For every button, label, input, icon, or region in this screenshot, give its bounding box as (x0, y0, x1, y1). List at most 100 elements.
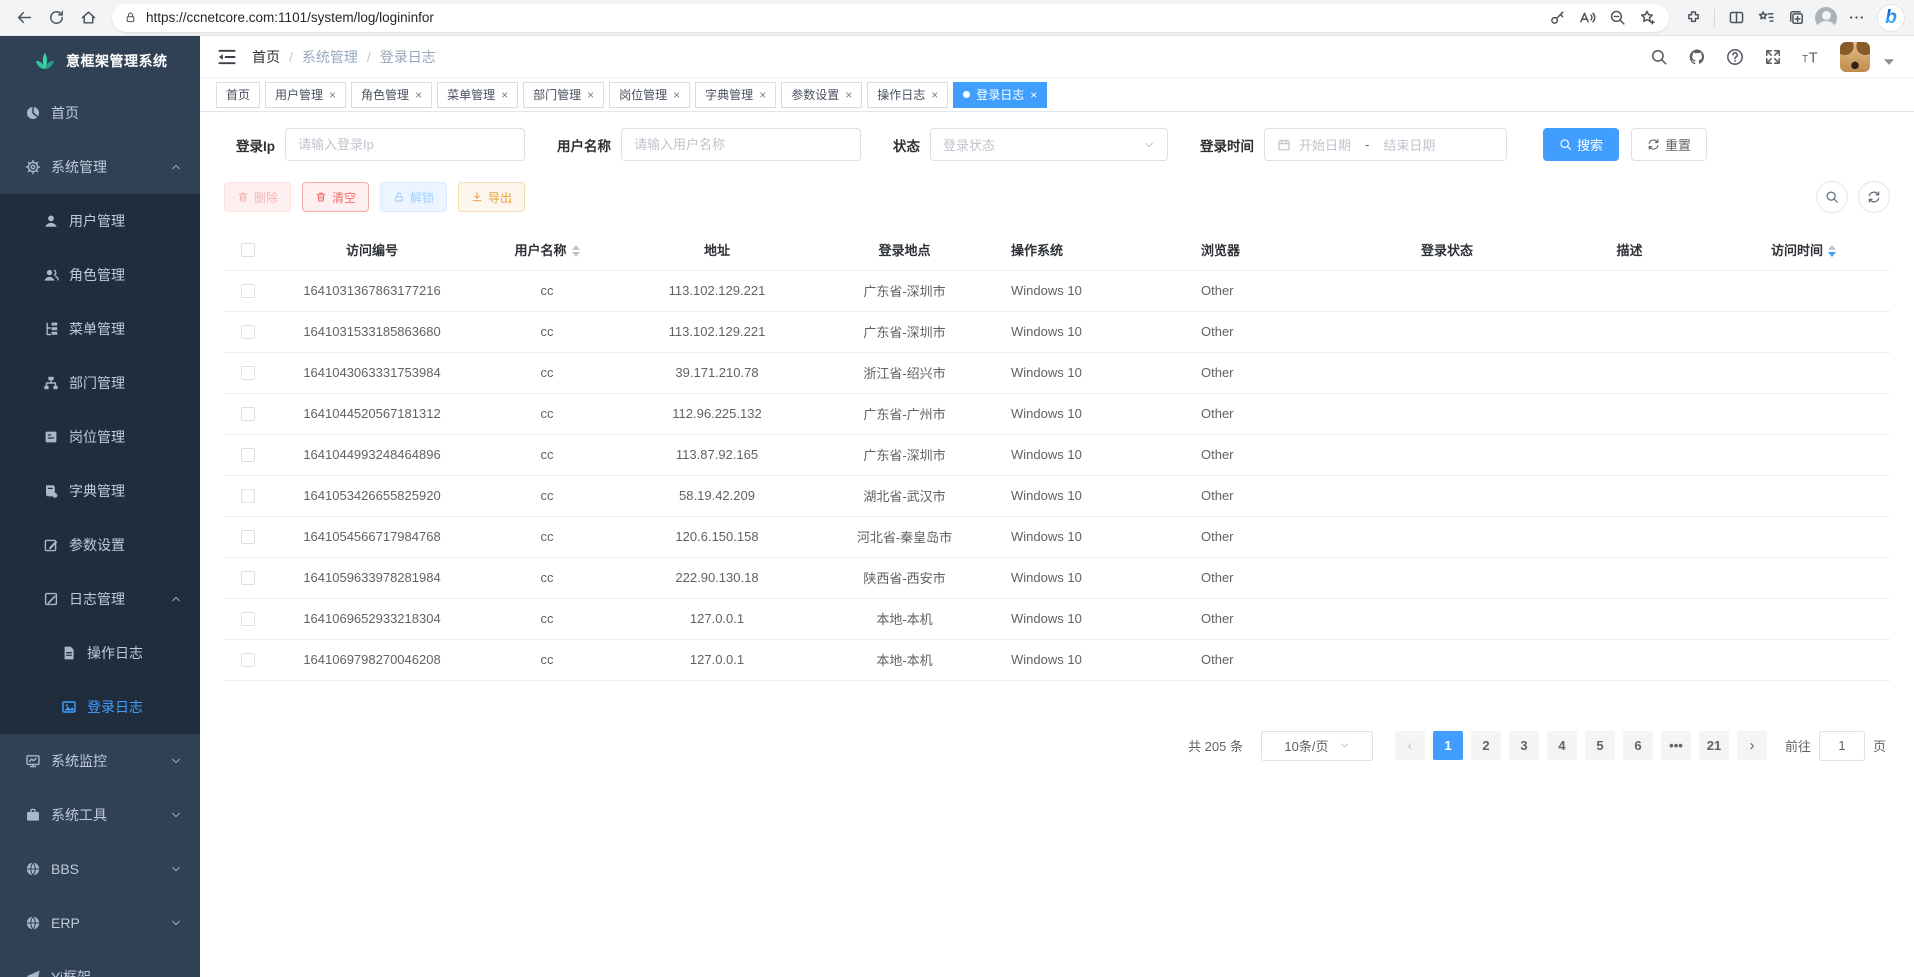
tab-角色管理[interactable]: 角色管理× (351, 82, 432, 108)
tab-close-icon[interactable]: × (1030, 88, 1037, 102)
page-button-5[interactable]: 5 (1585, 731, 1615, 760)
browser-home-button[interactable] (74, 4, 102, 32)
collections-button[interactable] (1782, 4, 1810, 32)
page-button-21[interactable]: 21 (1699, 731, 1729, 760)
breadcrumb-item[interactable]: 首页 (252, 47, 280, 67)
prev-page-button[interactable]: ‹ (1395, 731, 1425, 760)
tab-操作日志[interactable]: 操作日志× (867, 82, 948, 108)
username-input[interactable] (634, 137, 848, 152)
row-checkbox[interactable] (241, 612, 255, 626)
search-button[interactable]: 搜索 (1543, 128, 1619, 161)
row-checkbox[interactable] (241, 653, 255, 667)
reset-button[interactable]: 重置 (1631, 128, 1707, 161)
next-page-button[interactable]: › (1737, 731, 1767, 760)
page-button-2[interactable]: 2 (1471, 731, 1501, 760)
github-icon[interactable] (1688, 48, 1706, 66)
sidebar-item-角色管理[interactable]: 角色管理 (0, 248, 200, 302)
delete-button[interactable]: 删除 (224, 182, 291, 212)
extensions-button[interactable] (1679, 4, 1707, 32)
sort-caret[interactable] (1828, 245, 1836, 257)
header-search-icon[interactable] (1650, 48, 1668, 66)
row-checkbox[interactable] (241, 530, 255, 544)
sidebar-item-参数设置[interactable]: 参数设置 (0, 518, 200, 572)
row-checkbox[interactable] (241, 448, 255, 462)
tab-岗位管理[interactable]: 岗位管理× (609, 82, 690, 108)
sidebar-item-字典管理[interactable]: 字典管理 (0, 464, 200, 518)
tab-close-icon[interactable]: × (759, 88, 766, 102)
sidebar-fold-button[interactable] (216, 46, 238, 68)
sidebar-item-系统监控[interactable]: 系统监控 (0, 734, 200, 788)
tab-close-icon[interactable]: × (673, 88, 680, 102)
sidebar-item-系统管理[interactable]: 系统管理 (0, 140, 200, 194)
row-checkbox[interactable] (241, 407, 255, 421)
password-key-button[interactable] (1543, 4, 1571, 32)
sidebar-item-首页[interactable]: 首页 (0, 86, 200, 140)
sidebar-item-日志管理[interactable]: 日志管理 (0, 572, 200, 626)
sidebar-item-ERP[interactable]: ERP (0, 896, 200, 950)
user-avatar[interactable] (1840, 42, 1870, 72)
row-checkbox[interactable] (241, 489, 255, 503)
sidebar-item-系统工具[interactable]: 系统工具 (0, 788, 200, 842)
show-search-button[interactable] (1816, 181, 1848, 213)
url-text[interactable]: https://ccnetcore.com:1101/system/log/lo… (146, 10, 1543, 25)
ip-input[interactable] (298, 137, 512, 152)
browser-menu-button[interactable] (1842, 4, 1870, 32)
jump-page-input[interactable] (1819, 731, 1865, 761)
pager-ellipsis[interactable]: ••• (1661, 731, 1691, 760)
sidebar-item-Yi框架[interactable]: Yi框架 (0, 950, 200, 977)
browser-profile-button[interactable] (1812, 4, 1840, 32)
tab-菜单管理[interactable]: 菜单管理× (437, 82, 518, 108)
unlock-button[interactable]: 解锁 (380, 182, 447, 212)
tab-close-icon[interactable]: × (329, 88, 336, 102)
column-header-访问时间[interactable]: 访问时间 (1717, 229, 1890, 270)
help-icon[interactable] (1726, 48, 1744, 66)
sidebar-item-登录日志[interactable]: 登录日志 (0, 680, 200, 734)
date-range-picker[interactable]: 开始日期 - 结束日期 (1264, 128, 1507, 161)
status-select[interactable]: 登录状态 (930, 128, 1168, 161)
tab-参数设置[interactable]: 参数设置× (781, 82, 862, 108)
tab-close-icon[interactable]: × (501, 88, 508, 102)
tab-用户管理[interactable]: 用户管理× (265, 82, 346, 108)
tab-close-icon[interactable]: × (587, 88, 594, 102)
row-checkbox[interactable] (241, 325, 255, 339)
fullscreen-icon[interactable] (1764, 48, 1782, 66)
tab-close-icon[interactable]: × (931, 88, 938, 102)
tab-首页[interactable]: 首页 (216, 82, 260, 108)
zoom-out-button[interactable] (1603, 4, 1631, 32)
add-favorite-button[interactable] (1633, 4, 1661, 32)
sidebar-item-操作日志[interactable]: 操作日志 (0, 626, 200, 680)
column-header-用户名称[interactable]: 用户名称 (472, 229, 622, 270)
export-button[interactable]: 导出 (458, 182, 525, 212)
tab-close-icon[interactable]: × (845, 88, 852, 102)
split-screen-button[interactable] (1722, 4, 1750, 32)
row-checkbox[interactable] (241, 571, 255, 585)
sort-caret[interactable] (572, 245, 580, 257)
clear-button[interactable]: 清空 (302, 182, 369, 212)
sidebar-item-部门管理[interactable]: 部门管理 (0, 356, 200, 410)
sidebar-item-菜单管理[interactable]: 菜单管理 (0, 302, 200, 356)
copilot-button[interactable]: b (1878, 5, 1904, 31)
font-size-icon[interactable]: TT (1802, 48, 1820, 66)
row-checkbox[interactable] (241, 366, 255, 380)
row-checkbox[interactable] (241, 284, 255, 298)
sidebar-item-岗位管理[interactable]: 岗位管理 (0, 410, 200, 464)
page-button-4[interactable]: 4 (1547, 731, 1577, 760)
refresh-table-button[interactable] (1858, 181, 1890, 213)
page-size-select[interactable]: 10条/页 (1261, 731, 1373, 761)
browser-back-button[interactable] (10, 4, 38, 32)
select-all-checkbox[interactable] (241, 243, 255, 257)
browser-reload-button[interactable] (42, 4, 70, 32)
favorites-button[interactable] (1752, 4, 1780, 32)
tab-部门管理[interactable]: 部门管理× (523, 82, 604, 108)
sidebar-item-用户管理[interactable]: 用户管理 (0, 194, 200, 248)
sidebar-item-BBS[interactable]: BBS (0, 842, 200, 896)
page-button-1[interactable]: 1 (1433, 731, 1463, 760)
page-button-3[interactable]: 3 (1509, 731, 1539, 760)
page-button-6[interactable]: 6 (1623, 731, 1653, 760)
tab-close-icon[interactable]: × (415, 88, 422, 102)
tab-字典管理[interactable]: 字典管理× (695, 82, 776, 108)
app-logo[interactable]: 意框架管理系统 (0, 36, 200, 86)
address-bar[interactable]: https://ccnetcore.com:1101/system/log/lo… (112, 4, 1669, 32)
tab-登录日志[interactable]: 登录日志× (953, 82, 1047, 108)
caret-down-icon[interactable] (1880, 53, 1898, 71)
